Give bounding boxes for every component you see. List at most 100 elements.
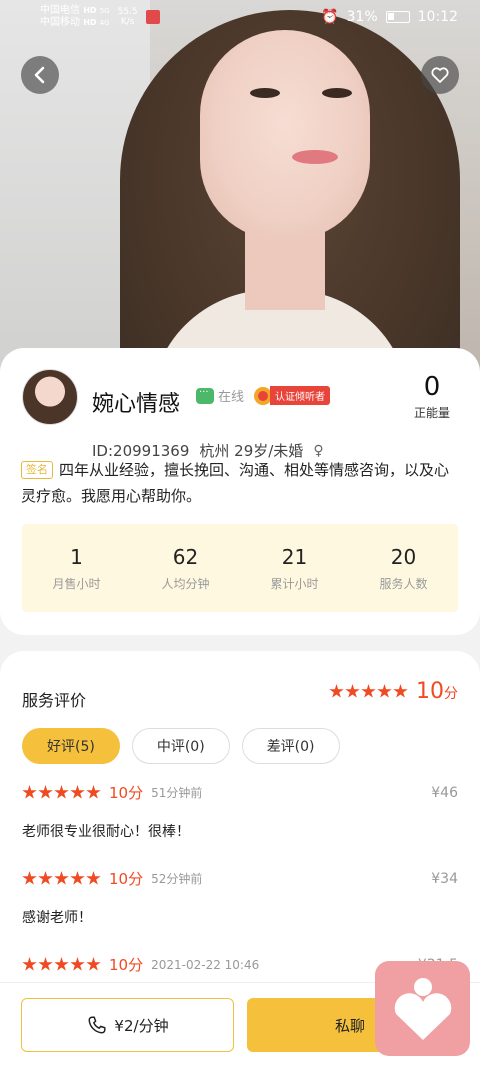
stat-item: 62 人均分钟 bbox=[136, 545, 236, 592]
star-icon bbox=[54, 871, 69, 885]
avatar[interactable] bbox=[22, 369, 78, 425]
stat-label: 月售小时 bbox=[52, 576, 101, 591]
call-button[interactable]: ¥2/分钟 bbox=[21, 998, 234, 1052]
overall-score: 10分 bbox=[416, 679, 458, 704]
energy-label: 正能量 bbox=[413, 406, 450, 420]
carrier-1: 中国电信 bbox=[40, 5, 80, 16]
heart-person-icon bbox=[394, 977, 451, 1040]
star-icon bbox=[54, 785, 69, 799]
star-icon bbox=[70, 957, 85, 971]
favorite-button[interactable] bbox=[421, 56, 459, 94]
review-score: 10分 bbox=[109, 784, 144, 802]
review-item: 10分 51分钟前 ¥46 老师很专业很耐心！很棒！ bbox=[22, 782, 458, 841]
signal-2: 4G bbox=[99, 19, 110, 27]
chat-bubble-icon bbox=[196, 387, 214, 404]
alarm-icon: ⏰ bbox=[321, 9, 339, 25]
chat-label: 私聊 bbox=[335, 1016, 366, 1035]
rating-stars bbox=[329, 684, 408, 699]
review-score: 10分 bbox=[109, 870, 144, 888]
energy-counter: 0 正能量 bbox=[414, 372, 450, 421]
net-badge-1: HD bbox=[83, 6, 97, 15]
overall-score-unit: 分 bbox=[444, 686, 458, 702]
signature-tag: 签名 bbox=[21, 461, 53, 479]
star-icon bbox=[86, 785, 101, 799]
speed-unit: K/s bbox=[120, 17, 135, 27]
overall-rating: 10分 bbox=[329, 679, 458, 704]
star-icon bbox=[86, 957, 101, 971]
call-price: ¥2/分钟 bbox=[114, 1016, 169, 1035]
star-icon bbox=[38, 785, 53, 799]
stats-panel: 1 月售小时 62 人均分钟 21 累计小时 20 服务人数 bbox=[22, 524, 458, 612]
energy-value: 0 bbox=[423, 372, 441, 402]
certified-badge: 认证倾听者 bbox=[254, 386, 330, 405]
stat-item: 1 月售小时 bbox=[27, 545, 127, 592]
review-price: ¥46 bbox=[431, 784, 458, 801]
net-badge-2: HD bbox=[83, 18, 97, 27]
review-time: 2021-02-22 10:46 bbox=[151, 957, 260, 972]
star-icon bbox=[361, 684, 376, 698]
status-bar: 中国电信 HD 5G 中国移动 HD 4G 55.5 K/s ⏰ 31% 10:… bbox=[0, 0, 480, 34]
star-icon bbox=[377, 684, 392, 698]
star-icon bbox=[393, 684, 408, 698]
stat-value: 62 bbox=[172, 544, 199, 569]
review-filters: 好评(5) 中评(0) 差评(0) bbox=[22, 728, 340, 764]
star-icon bbox=[329, 684, 344, 698]
bio: 签名 四年从业经验，擅长挽回、沟通、相处等情感咨询，以及心灵疗愈。我愿用心帮助你。 bbox=[21, 457, 461, 509]
phone-icon bbox=[88, 1016, 106, 1034]
star-icon bbox=[345, 684, 360, 698]
filter-good[interactable]: 好评(5) bbox=[22, 728, 120, 764]
star-icon bbox=[70, 871, 85, 885]
filter-neutral[interactable]: 中评(0) bbox=[131, 728, 230, 764]
star-icon bbox=[70, 785, 85, 799]
bio-text: 四年从业经验，擅长挽回、沟通、相处等情感咨询，以及心灵疗愈。我愿用心帮助你。 bbox=[21, 461, 450, 505]
photo-eye-left bbox=[250, 88, 280, 98]
stat-item: 20 服务人数 bbox=[354, 545, 454, 592]
filter-bad[interactable]: 差评(0) bbox=[241, 728, 340, 764]
back-button[interactable] bbox=[21, 56, 59, 94]
network-speed: 55.5 K/s bbox=[118, 7, 138, 27]
speed-value: 55.5 bbox=[117, 7, 138, 17]
photo-lips bbox=[292, 150, 338, 164]
signal-1: 5G bbox=[99, 7, 110, 15]
battery-icon bbox=[385, 11, 410, 23]
profile-photo bbox=[0, 0, 480, 380]
review-stars bbox=[22, 871, 101, 886]
review-time: 51分钟前 bbox=[151, 786, 203, 800]
cert-label: 认证倾听者 bbox=[270, 386, 330, 405]
notification-icon bbox=[145, 10, 160, 24]
star-icon bbox=[22, 785, 37, 799]
stat-label: 服务人数 bbox=[379, 576, 428, 591]
counselor-name: 婉心情感 bbox=[92, 392, 181, 417]
photo-eye-right bbox=[322, 88, 352, 98]
photo-face bbox=[200, 30, 370, 240]
clock: 10:12 bbox=[417, 9, 458, 25]
stat-label: 累计小时 bbox=[270, 576, 319, 591]
online-label: 在线 bbox=[218, 390, 245, 405]
stat-item: 21 累计小时 bbox=[245, 545, 345, 592]
review-text: 老师很专业很耐心！很棒！ bbox=[22, 824, 190, 840]
chevron-left-icon bbox=[34, 66, 45, 84]
stat-value: 1 bbox=[70, 544, 83, 569]
carrier-2: 中国移动 bbox=[40, 17, 80, 28]
review-time: 52分钟前 bbox=[151, 872, 203, 886]
heart-outline-icon bbox=[431, 67, 449, 83]
stat-value: 20 bbox=[390, 544, 417, 569]
star-icon bbox=[22, 871, 37, 885]
star-icon bbox=[54, 957, 69, 971]
star-icon bbox=[22, 957, 37, 971]
battery-percent: 31% bbox=[346, 9, 378, 25]
stat-value: 21 bbox=[281, 544, 308, 569]
floating-heart-button[interactable] bbox=[375, 961, 470, 1056]
profile-card: 婉心情感 在线 认证倾听者 0 正能量 ID:20991369 杭州 29岁/未… bbox=[0, 348, 480, 635]
stat-label: 人均分钟 bbox=[161, 576, 210, 591]
overall-score-value: 10 bbox=[416, 679, 444, 704]
reviews-title: 服务评价 bbox=[22, 691, 87, 710]
review-item: 10分 52分钟前 ¥34 感谢老师！ bbox=[22, 868, 458, 927]
star-icon bbox=[38, 957, 53, 971]
review-stars bbox=[22, 957, 101, 972]
review-score: 10分 bbox=[109, 956, 144, 974]
review-text: 感谢老师！ bbox=[22, 910, 92, 926]
review-price: ¥34 bbox=[431, 870, 458, 887]
star-icon bbox=[38, 871, 53, 885]
review-stars bbox=[22, 785, 101, 800]
